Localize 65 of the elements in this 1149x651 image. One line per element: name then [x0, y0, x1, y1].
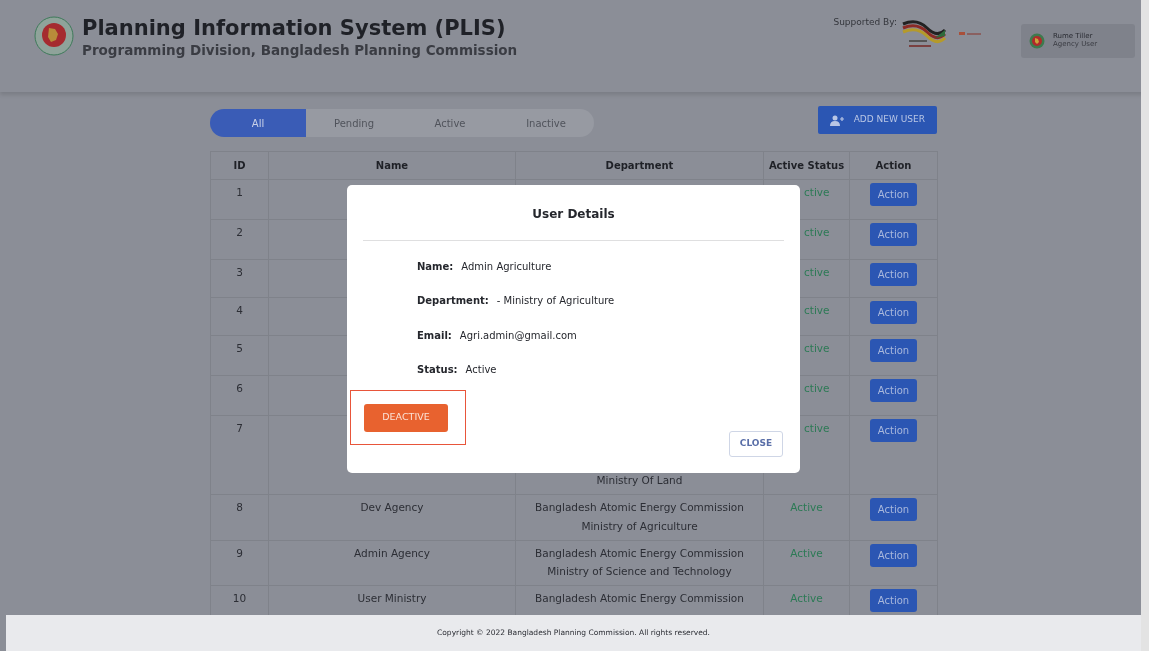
- name-cell: Dev Agency: [268, 494, 516, 540]
- field-value: Agri.admin@gmail.com: [459, 328, 577, 343]
- column-header: Department: [515, 151, 764, 180]
- department-text: Ministry Of Land: [595, 473, 684, 489]
- action-button[interactable]: Action: [869, 379, 918, 402]
- emblem-logo: [34, 16, 74, 56]
- dialog-title: User Details: [531, 206, 616, 223]
- action-button[interactable]: Action: [869, 419, 918, 442]
- id-cell: 9: [210, 540, 269, 586]
- avatar-icon: [1029, 33, 1045, 49]
- status-text: ctive: [804, 266, 830, 278]
- action-button[interactable]: Action: [869, 339, 918, 362]
- id-cell: 7: [210, 415, 269, 495]
- field-value: Admin Agriculture: [461, 259, 552, 274]
- id-cell: 4: [210, 297, 269, 336]
- column-header: Active Status: [763, 151, 850, 180]
- close-button[interactable]: CLOSE: [729, 431, 783, 457]
- id-cell: 1: [210, 179, 269, 220]
- field-value: - Ministry of Agriculture: [496, 294, 615, 309]
- id-cell: 5: [210, 335, 269, 376]
- action-button[interactable]: Action: [869, 498, 918, 521]
- id-cell: 6: [210, 375, 269, 416]
- scrollbar[interactable]: [1141, 0, 1149, 651]
- status-text: ctive: [804, 422, 830, 434]
- action-button[interactable]: Action: [869, 263, 918, 286]
- field-label: Email:: [417, 328, 452, 343]
- field-label: Status:: [417, 363, 458, 378]
- id-cell: 8: [210, 494, 269, 540]
- department-text: Bangladesh Atomic Energy Commission: [534, 545, 745, 561]
- status-text: Active: [790, 546, 823, 559]
- column-header: ID: [210, 151, 269, 180]
- status-text: Active: [790, 592, 823, 604]
- status-text: ctive: [804, 342, 830, 354]
- column-header: Action: [849, 151, 938, 180]
- filter-tab[interactable]: Pending: [306, 109, 402, 137]
- app-title: Planning Information System (PLIS): [82, 16, 507, 41]
- department-text: Bangladesh Atomic Energy Commission: [534, 500, 745, 515]
- action-button[interactable]: Action: [869, 589, 918, 612]
- deactivate-button[interactable]: DEACTIVE: [364, 403, 448, 432]
- action-button[interactable]: Action: [869, 183, 918, 206]
- supported-by-label: Supported By:: [833, 16, 897, 29]
- add-new-user-button[interactable]: ADD NEW USER: [817, 106, 937, 134]
- status-text: ctive: [804, 304, 830, 316]
- id-cell: 3: [210, 259, 269, 298]
- filter-tab[interactable]: All: [210, 109, 306, 137]
- add-user-icon: [829, 114, 844, 126]
- filter-tab[interactable]: Inactive: [498, 109, 594, 137]
- field-label: Department:: [417, 294, 489, 309]
- department-text: Ministry of Agriculture: [580, 518, 699, 534]
- id-cell: 2: [210, 219, 269, 260]
- column-header: Name: [268, 151, 516, 180]
- field-label: Name:: [417, 259, 454, 274]
- status-text: ctive: [804, 382, 830, 394]
- department-text: Bangladesh Atomic Energy Commission: [534, 591, 745, 606]
- field-value: Active: [465, 363, 497, 378]
- status-text: ctive: [804, 186, 830, 198]
- name-cell: Admin Agency: [268, 540, 516, 586]
- app-subtitle: Programming Division, Bangladesh Planning Commission: [82, 41, 518, 61]
- action-button[interactable]: Action: [869, 223, 918, 246]
- action-button[interactable]: Action: [869, 301, 918, 324]
- department-text: Ministry of Science and Technology: [546, 564, 733, 580]
- filter-tab[interactable]: Active: [402, 109, 498, 137]
- status-text: ctive: [804, 226, 830, 238]
- action-button[interactable]: Action: [869, 543, 918, 567]
- status-text: Active: [790, 501, 823, 513]
